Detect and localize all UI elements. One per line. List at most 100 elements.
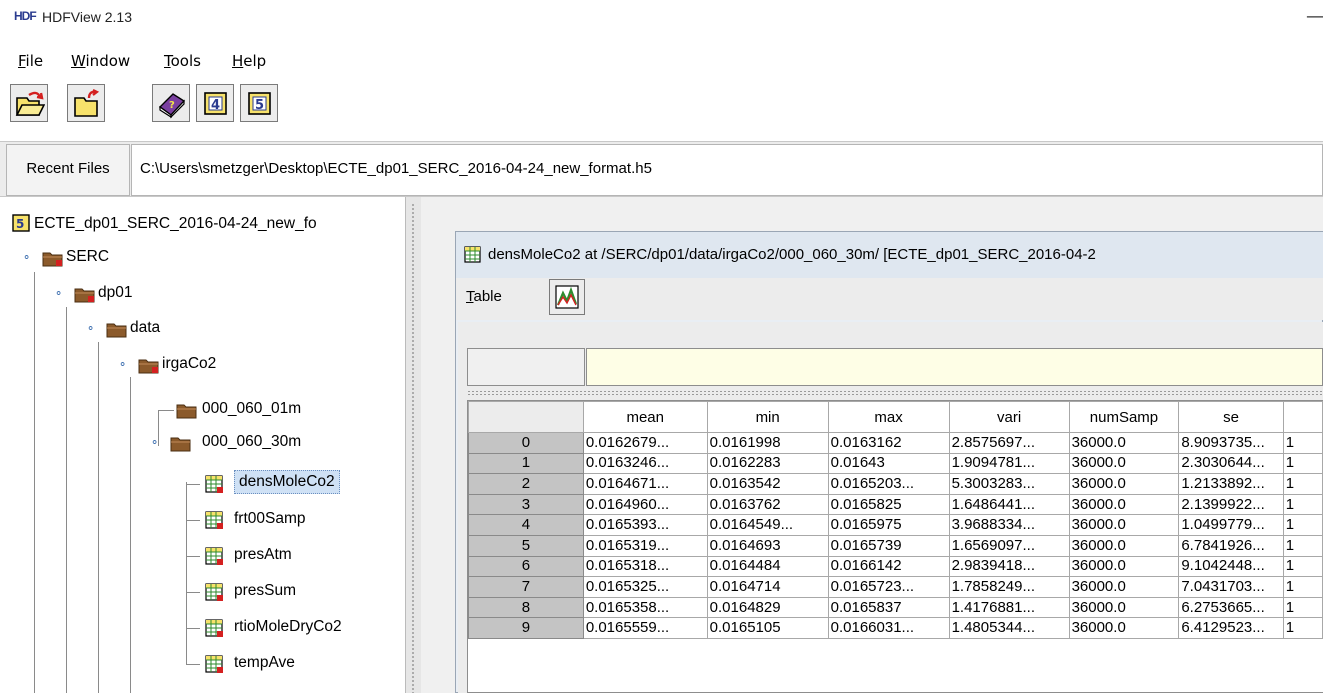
table-cell[interactable]: 36000.0 [1068,514,1180,536]
hdf5-library-button[interactable]: 5 [240,84,278,122]
row-header[interactable]: 2 [468,473,584,495]
table-cell[interactable]: 9.1042448... [1178,555,1284,578]
row-header[interactable]: 5 [468,534,584,557]
table-cell[interactable]: 8.9093735... [1178,432,1284,454]
menu-table[interactable]: Table [466,288,502,305]
row-header[interactable]: 4 [468,514,584,536]
table-cell[interactable]: 0.0165975 [827,514,950,536]
expand-handle-icon[interactable]: ⚬ [86,322,95,335]
column-header[interactable]: vari [948,401,1070,433]
table-cell[interactable]: 1 [1282,617,1323,639]
table-cell[interactable]: 36000.0 [1068,493,1180,516]
row-header[interactable]: 8 [468,596,584,619]
table-cell[interactable]: 1 [1282,493,1323,516]
table-cell[interactable]: 0.0165358... [582,596,708,619]
table-cell[interactable]: 1 [1282,576,1323,598]
table-cell[interactable]: 1 [1282,555,1323,578]
expand-handle-icon[interactable]: ⚬ [150,436,159,449]
table-cell[interactable]: 6.4129523... [1178,617,1284,639]
table-cell[interactable]: 0.0164714 [706,576,829,598]
table-cell[interactable]: 0.0163162 [827,432,950,454]
table-cell[interactable]: 0.0165723... [827,576,950,598]
table-cell[interactable]: 0.0164693 [706,534,829,557]
table-cell[interactable]: 1 [1282,596,1323,619]
table-cell[interactable]: 1 [1282,514,1323,536]
row-header[interactable]: 6 [468,555,584,578]
table-cell[interactable]: 36000.0 [1068,473,1180,495]
column-header[interactable]: numSamp [1068,401,1180,433]
chart-button[interactable] [549,279,585,315]
panel-divider-grip[interactable] [467,390,1323,396]
table-cell[interactable]: 0.0165325... [582,576,708,598]
menu-window[interactable]: Window [71,52,130,70]
table-cell[interactable]: 36000.0 [1068,555,1180,578]
table-cell[interactable]: 6.7841926... [1178,534,1284,557]
table-cell[interactable]: 36000.0 [1068,596,1180,619]
table-cell[interactable]: 1 [1282,432,1323,454]
open-recent-button[interactable] [67,84,105,122]
table-cell[interactable]: 0.0166031... [827,617,950,639]
table-cell[interactable]: 0.0165319... [582,534,708,557]
table-cell[interactable]: 1.9094781... [948,452,1070,475]
table-cell[interactable]: 36000.0 [1068,432,1180,454]
column-header[interactable]: min [706,401,829,433]
menu-tools[interactable]: Tools [164,52,201,70]
table-cell[interactable]: 0.0166142 [827,555,950,578]
row-header[interactable]: 7 [468,576,584,598]
table-cell[interactable]: 0.0164960... [582,493,708,516]
table-cell[interactable]: 0.0165739 [827,534,950,557]
table-cell[interactable]: 6.2753665... [1178,596,1284,619]
table-cell[interactable]: 0.0163246... [582,452,708,475]
recent-files-combo[interactable]: C:\Users\smetzger\Desktop\ECTE_dp01_SERC… [131,144,1323,196]
table-cell[interactable]: 0.0162283 [706,452,829,475]
row-header[interactable]: 0 [468,432,584,454]
table-cell[interactable]: 2.9839418... [948,555,1070,578]
row-header[interactable]: 3 [468,493,584,516]
table-cell[interactable]: 0.0164484 [706,555,829,578]
menu-help[interactable]: Help [232,52,266,70]
table-cell[interactable]: 0.0161998 [706,432,829,454]
table-cell[interactable]: 0.0162679... [582,432,708,454]
row-header[interactable]: 1 [468,452,584,475]
table-cell[interactable]: 1 [1282,534,1323,557]
table-cell[interactable]: 1 [1282,473,1323,495]
table-cell[interactable]: 2.8575697... [948,432,1070,454]
minimize-button[interactable]: — [1306,6,1323,27]
table-cell[interactable]: 36000.0 [1068,617,1180,639]
table-cell[interactable]: 1.0499779... [1178,514,1284,536]
row-header[interactable]: 9 [468,617,584,639]
recent-files-button[interactable]: Recent Files [6,144,130,196]
table-cell[interactable]: 0.0165825 [827,493,950,516]
table-cell[interactable]: 0.0165837 [827,596,950,619]
table-cell[interactable]: 1.4805344... [948,617,1070,639]
table-cell[interactable]: 2.3030644... [1178,452,1284,475]
table-cell[interactable]: 0.0165559... [582,617,708,639]
table-cell[interactable]: 36000.0 [1068,452,1180,475]
expand-handle-icon[interactable]: ⚬ [118,358,127,371]
column-header[interactable] [1282,401,1323,433]
table-cell[interactable]: 0.0164549... [706,514,829,536]
table-cell[interactable]: 1.2133892... [1178,473,1284,495]
table-cell[interactable]: 0.0164829 [706,596,829,619]
table-cell[interactable]: 5.3003283... [948,473,1070,495]
table-cell[interactable]: 0.0165203... [827,473,950,495]
column-header[interactable]: max [827,401,950,433]
menu-file[interactable]: File [18,52,43,70]
table-cell[interactable]: 7.0431703... [1178,576,1284,598]
cell-value-field[interactable] [586,348,1323,386]
table-cell[interactable]: 3.9688334... [948,514,1070,536]
table-cell[interactable]: 2.1399922... [1178,493,1284,516]
table-cell[interactable]: 1.6569097... [948,534,1070,557]
table-cell[interactable]: 0.0164671... [582,473,708,495]
table-cell[interactable]: 36000.0 [1068,534,1180,557]
table-cell[interactable]: 1.4176881... [948,596,1070,619]
table-cell[interactable]: 0.01643 [827,452,950,475]
expand-handle-icon[interactable]: ⚬ [22,251,31,264]
table-cell[interactable]: 0.0165318... [582,555,708,578]
table-cell[interactable]: 1.6486441... [948,493,1070,516]
help-button[interactable]: ? [152,84,190,122]
table-cell[interactable]: 0.0163762 [706,493,829,516]
hdf4-library-button[interactable]: 4 [196,84,234,122]
table-cell[interactable]: 0.0165393... [582,514,708,536]
table-cell[interactable]: 36000.0 [1068,576,1180,598]
